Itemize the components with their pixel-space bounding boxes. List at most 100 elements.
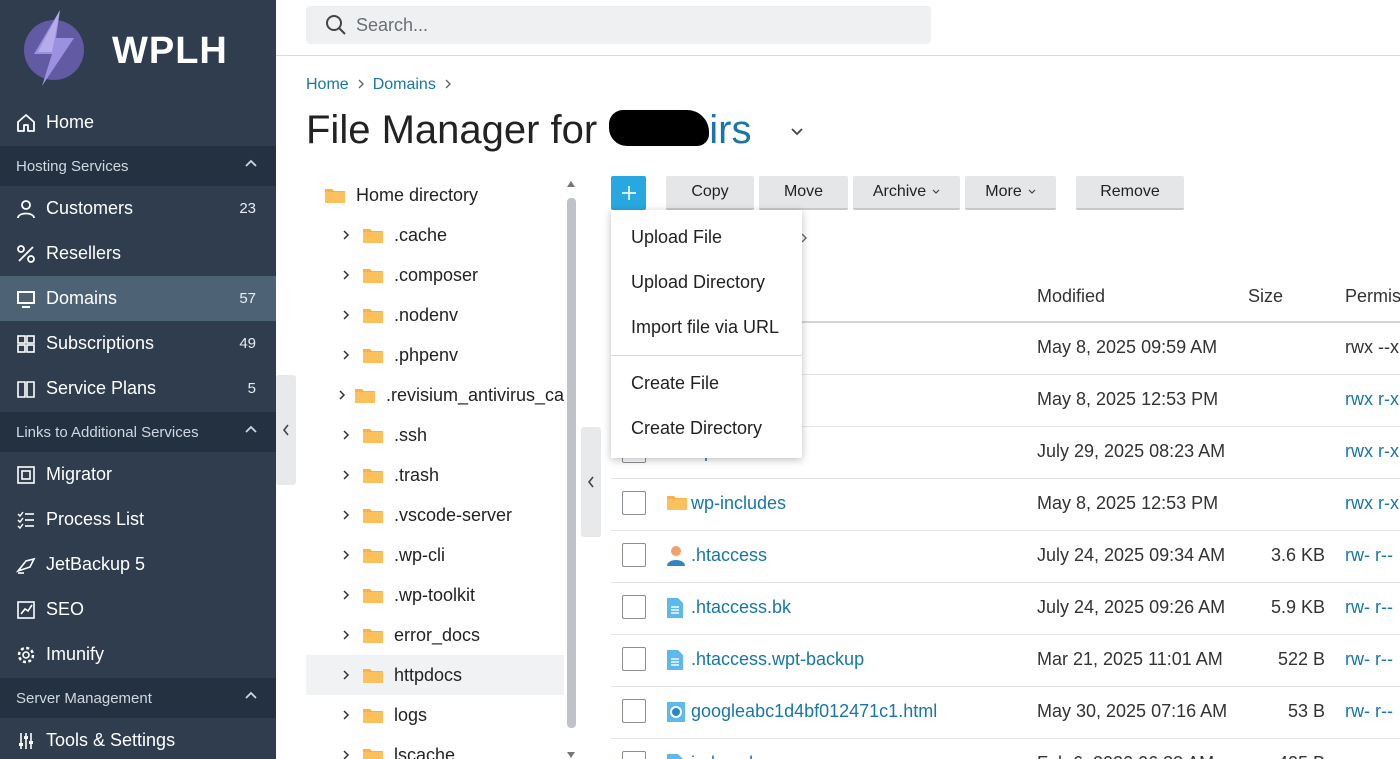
sidebar-item-imunify[interactable]: Imunify bbox=[0, 632, 276, 677]
file-permissions[interactable]: rw- r-- bbox=[1345, 597, 1393, 618]
more-button[interactable]: More bbox=[965, 176, 1056, 210]
tree-item[interactable]: .trash bbox=[306, 455, 564, 495]
tree-collapse-button[interactable] bbox=[581, 427, 601, 537]
expand-chevron-icon[interactable] bbox=[338, 669, 354, 681]
row-checkbox[interactable] bbox=[622, 699, 646, 723]
file-name[interactable]: index.php bbox=[691, 753, 769, 759]
file-name[interactable]: .htaccess bbox=[691, 545, 767, 566]
file-permissions[interactable]: rwx r-x bbox=[1345, 441, 1399, 462]
expand-chevron-icon[interactable] bbox=[338, 589, 354, 601]
section-hosting-services[interactable]: Hosting Services bbox=[0, 146, 276, 186]
remove-button[interactable]: Remove bbox=[1076, 176, 1184, 210]
tree-item[interactable]: .phpenv bbox=[306, 335, 564, 375]
tree-item[interactable]: .cache bbox=[306, 215, 564, 255]
tree-item[interactable]: error_docs bbox=[306, 615, 564, 655]
tree-item[interactable]: .wp-cli bbox=[306, 535, 564, 575]
table-row[interactable]: .htaccess.wpt-backup Mar 21, 2025 11:01 A… bbox=[611, 635, 1400, 687]
subscriptions-count: 49 bbox=[239, 335, 256, 352]
row-checkbox[interactable] bbox=[622, 595, 646, 619]
row-checkbox[interactable] bbox=[622, 647, 646, 671]
expand-chevron-icon[interactable] bbox=[338, 349, 354, 361]
section-links-additional-services[interactable]: Links to Additional Services bbox=[0, 412, 276, 452]
table-row[interactable]: index.php Feb 6, 2020 06:33 AM 405 B bbox=[611, 739, 1400, 759]
table-row[interactable]: googleabc1d4bf012471c1.html May 30, 2025 … bbox=[611, 687, 1400, 739]
search-icon bbox=[326, 15, 346, 35]
sidebar-item-home[interactable]: Home bbox=[0, 100, 276, 145]
tree-item[interactable]: .revisium_antivirus_ca bbox=[306, 375, 564, 415]
sidebar-item-seo[interactable]: SEO bbox=[0, 587, 276, 632]
expand-chevron-icon[interactable] bbox=[338, 629, 354, 641]
add-new-button[interactable] bbox=[611, 176, 646, 210]
tree-scrollbar[interactable] bbox=[566, 180, 576, 759]
breadcrumb-home[interactable]: Home bbox=[306, 76, 349, 94]
file-name[interactable]: .htaccess.bk bbox=[691, 597, 791, 618]
table-row[interactable]: wp-includes May 8, 2025 12:53 PM rwx r-x bbox=[611, 479, 1400, 531]
expand-chevron-icon[interactable] bbox=[338, 309, 354, 321]
row-checkbox[interactable] bbox=[622, 543, 646, 567]
column-header-permissions[interactable]: Permis bbox=[1345, 286, 1400, 307]
file-permissions[interactable]: rw- r-- bbox=[1345, 649, 1393, 670]
directory-tree: Home directory .cache .composer .nodenv .php… bbox=[306, 175, 564, 759]
sidebar-item-resellers[interactable]: Resellers bbox=[0, 231, 276, 276]
file-permissions[interactable]: rwx r-x bbox=[1345, 389, 1399, 410]
tree-item[interactable]: .composer bbox=[306, 255, 564, 295]
expand-chevron-icon[interactable] bbox=[338, 469, 354, 481]
sidebar-item-service-plans[interactable]: Service Plans 5 bbox=[0, 366, 276, 411]
menu-item-import-url[interactable]: Import file via URL bbox=[611, 305, 802, 350]
section-server-management[interactable]: Server Management bbox=[0, 678, 276, 718]
tree-item[interactable]: .ssh bbox=[306, 415, 564, 455]
file-name[interactable]: .htaccess.wpt-backup bbox=[691, 649, 864, 670]
tree-item[interactable]: lscache bbox=[306, 735, 564, 759]
file-permissions[interactable]: rw- r-- bbox=[1345, 545, 1393, 566]
file-name[interactable]: wp-includes bbox=[691, 493, 786, 514]
tree-scroll-thumb[interactable] bbox=[567, 198, 576, 728]
menu-item-create-directory[interactable]: Create Directory bbox=[611, 406, 802, 451]
sidebar-item-domains[interactable]: Domains 57 bbox=[0, 276, 276, 321]
scroll-down-icon[interactable] bbox=[566, 751, 576, 759]
expand-chevron-icon[interactable] bbox=[338, 229, 354, 241]
expand-chevron-icon[interactable] bbox=[338, 749, 354, 759]
column-header-size[interactable]: Size bbox=[1248, 286, 1283, 307]
domain-dropdown-chevron-icon[interactable] bbox=[790, 126, 804, 138]
row-checkbox[interactable] bbox=[622, 491, 646, 515]
menu-item-upload-directory[interactable]: Upload Directory bbox=[611, 260, 802, 305]
expand-chevron-icon[interactable] bbox=[338, 269, 354, 281]
sidebar-collapse-button[interactable] bbox=[276, 375, 296, 485]
sidebar-item-subscriptions[interactable]: Subscriptions 49 bbox=[0, 321, 276, 366]
tree-item[interactable]: logs bbox=[306, 695, 564, 735]
search-input[interactable] bbox=[356, 14, 896, 36]
search-box[interactable] bbox=[306, 6, 931, 44]
domain-name[interactable]: irs bbox=[709, 108, 751, 152]
sidebar-item-jetbackup[interactable]: JetBackup 5 bbox=[0, 542, 276, 587]
scroll-up-icon[interactable] bbox=[566, 180, 576, 188]
tree-item[interactable]: .vscode-server bbox=[306, 495, 564, 535]
row-checkbox[interactable] bbox=[622, 751, 646, 759]
file-permissions[interactable]: rwx r-x bbox=[1345, 493, 1399, 514]
expand-chevron-icon[interactable] bbox=[338, 549, 354, 561]
sidebar-item-tools-settings[interactable]: Tools & Settings bbox=[0, 718, 276, 759]
menu-divider bbox=[611, 355, 802, 356]
file-name[interactable]: googleabc1d4bf012471c1.html bbox=[691, 701, 937, 722]
expand-chevron-icon[interactable] bbox=[338, 389, 346, 401]
sidebar-item-process-list[interactable]: Process List bbox=[0, 497, 276, 542]
table-row[interactable]: .htaccess July 24, 2025 09:34 AM 3.6 KB rw-… bbox=[611, 531, 1400, 583]
table-row[interactable]: .htaccess.bk July 24, 2025 09:26 AM 5.9 KB… bbox=[611, 583, 1400, 635]
copy-button[interactable]: Copy bbox=[666, 176, 754, 210]
expand-chevron-icon[interactable] bbox=[338, 709, 354, 721]
move-button[interactable]: Move bbox=[759, 176, 848, 210]
tree-item[interactable]: .nodenv bbox=[306, 295, 564, 335]
tree-item-home-directory[interactable]: Home directory bbox=[306, 175, 564, 215]
column-header-modified[interactable]: Modified bbox=[1037, 286, 1105, 307]
file-permissions[interactable]: rw- r-- bbox=[1345, 701, 1393, 722]
sidebar-item-customers[interactable]: Customers 23 bbox=[0, 186, 276, 231]
expand-chevron-icon[interactable] bbox=[338, 429, 354, 441]
tree-item[interactable]: httpdocs bbox=[306, 655, 564, 695]
archive-button[interactable]: Archive bbox=[853, 176, 960, 210]
brand-logo[interactable]: WPLH bbox=[20, 8, 260, 88]
sidebar-item-migrator[interactable]: Migrator bbox=[0, 452, 276, 497]
expand-chevron-icon[interactable] bbox=[338, 509, 354, 521]
breadcrumb-domains[interactable]: Domains bbox=[373, 76, 436, 94]
tree-item[interactable]: .wp-toolkit bbox=[306, 575, 564, 615]
menu-item-upload-file[interactable]: Upload File bbox=[611, 215, 802, 260]
menu-item-create-file[interactable]: Create File bbox=[611, 361, 802, 406]
